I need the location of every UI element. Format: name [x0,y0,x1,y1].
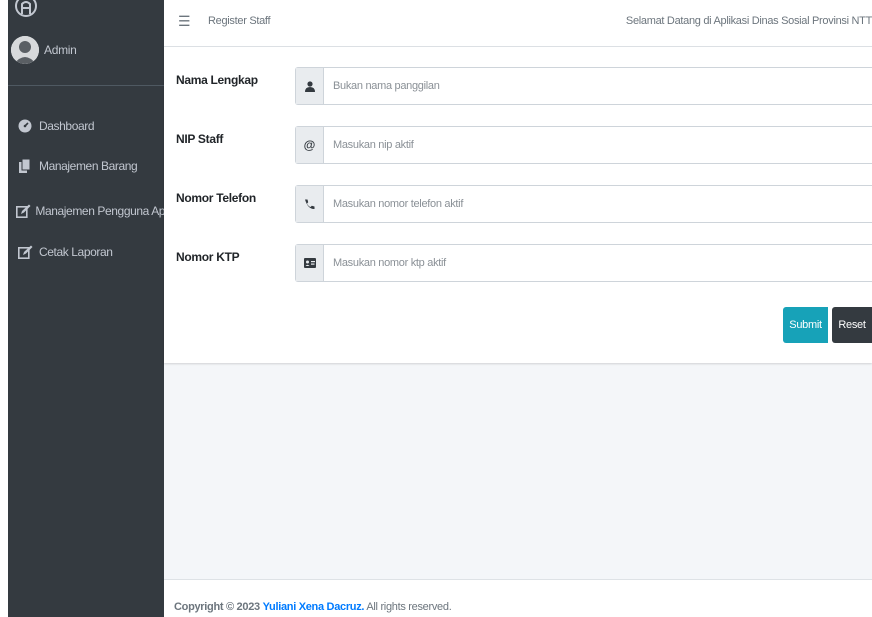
sidebar-item-label: Dashboard [39,119,95,133]
copyright-prefix: Copyright © 2023 [174,601,260,613]
welcome-text: Selamat Datang di Aplikasi Dinas Sosial … [625,15,872,27]
sidebar: Admin Dashboard Manajemen Barang Manajem… [8,0,164,617]
breadcrumb[interactable]: Register Staff [208,15,271,27]
sidebar-item-label: Manajemen Pengguna Aplikasi [35,204,164,218]
user-panel[interactable]: Admin [8,30,164,86]
nip-staff-input[interactable] [324,127,872,163]
field-label: Nama Lengkap [176,73,258,87]
form-row-nip: NIP Staff @ [164,126,872,164]
input-group [295,67,872,105]
sidebar-item-label: Manajemen Barang [39,159,138,173]
sidebar-item-dashboard[interactable]: Dashboard [8,114,164,138]
field-label: Nomor Telefon [176,191,256,205]
author-link[interactable]: Yuliani Xena Dacruz. [263,601,365,613]
sidebar-item-manajemen-barang[interactable]: Manajemen Barang [8,154,164,178]
at-icon: @ [296,127,324,163]
nomor-telefon-input[interactable] [324,186,872,222]
sidebar-item-cetak-laporan[interactable]: Cetak Laporan [8,240,164,264]
edit-icon [14,203,32,219]
form-row-nama: Nama Lengkap [164,67,872,105]
register-staff-form: Nama Lengkap NIP Staff @ Nomor Telefon [164,47,872,363]
form-row-telefon: Nomor Telefon [164,185,872,223]
phone-icon [296,186,324,222]
field-label: NIP Staff [176,132,224,146]
input-group [295,185,872,223]
avatar[interactable] [11,36,39,64]
brand-logo-icon[interactable] [14,0,38,18]
input-group [295,244,872,282]
copyright-suffix: All rights reserved. [366,601,452,613]
footer: Copyright © 2023 Yuliani Xena Dacruz. Al… [164,579,872,617]
user-icon [296,68,324,104]
sidebar-item-manajemen-pengguna[interactable]: Manajemen Pengguna Aplikasi [8,199,164,223]
field-label: Nomor KTP [176,250,240,264]
reset-button[interactable]: Reset [832,307,872,343]
hamburger-menu-icon[interactable]: ☰ [178,13,191,30]
main-content: Nama Lengkap NIP Staff @ Nomor Telefon [164,47,872,579]
copyright-text: Copyright © 2023 Yuliani Xena Dacruz. Al… [174,601,452,613]
copy-icon [14,158,36,174]
nomor-ktp-input[interactable] [324,245,872,281]
submit-button[interactable]: Submit [783,307,828,343]
sidebar-item-label: Cetak Laporan [39,245,113,259]
edit-icon [14,244,36,260]
input-group: @ [295,126,872,164]
user-name[interactable]: Admin [44,43,77,57]
id-card-icon [296,245,324,281]
top-navbar: ☰ Register Staff Selamat Datang di Aplik… [164,0,872,47]
nama-lengkap-input[interactable] [324,68,872,104]
tachometer-icon [14,118,36,134]
form-row-ktp: Nomor KTP [164,244,872,282]
